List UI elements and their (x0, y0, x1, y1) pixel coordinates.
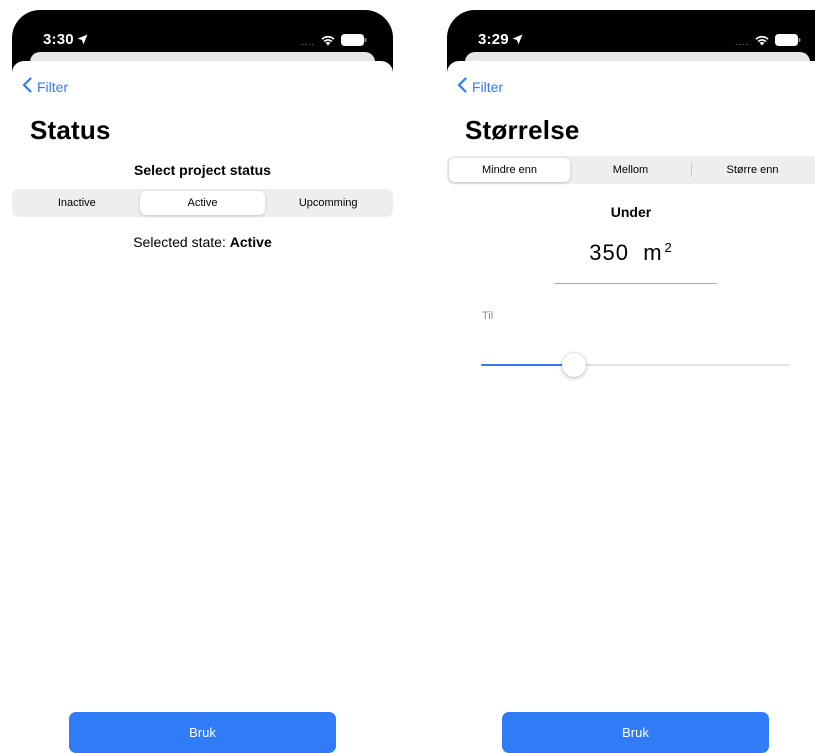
mode-label: Under (610, 204, 652, 220)
size-unit-superscript: 2 (664, 240, 673, 255)
signal-icon: .... (735, 37, 750, 47)
page-title: Status (30, 115, 111, 145)
size-value-field[interactable]: 350 m2 (447, 240, 815, 266)
location-arrow-icon (77, 32, 88, 49)
size-value: 350 (589, 240, 629, 265)
page-title: Størrelse (465, 115, 580, 145)
status-indicators: .... (735, 33, 801, 51)
filter-sheet: Filter Status Select project status Inac… (12, 61, 393, 753)
selected-state-prefix: Selected state: (133, 234, 226, 250)
back-button[interactable]: Filter (22, 77, 68, 96)
value-underline (554, 283, 717, 284)
status-time: 3:30 (43, 31, 88, 49)
status-time: 3:29 (478, 31, 523, 49)
filter-sheet: Filter Størrelse Mindre enn Mellom Størr… (447, 61, 815, 753)
status-segmented-control: Inactive Active Upcomming (12, 189, 393, 217)
selected-state-text: Selected state: Active (12, 234, 393, 250)
segment-mellom[interactable]: Mellom (570, 158, 691, 182)
chevron-left-icon (457, 77, 472, 96)
segment-storre-enn[interactable]: Større enn (692, 158, 813, 182)
segment-active[interactable]: Active (139, 191, 266, 215)
chevron-left-icon (22, 77, 37, 96)
size-screen: 3:29 .... Filter Størrelse Mindre enn Me… (447, 0, 815, 753)
back-button[interactable]: Filter (457, 77, 503, 96)
selected-state-value: Active (229, 234, 272, 250)
back-button-label: Filter (37, 78, 69, 95)
location-arrow-icon (512, 32, 523, 49)
segment-inactive[interactable]: Inactive (14, 191, 140, 215)
apply-button[interactable]: Bruk (502, 712, 769, 753)
signal-icon: .... (301, 37, 316, 47)
til-label: Til (482, 310, 494, 322)
status-screen: 3:30 .... Filter Status Select project s… (12, 0, 393, 753)
back-button-label: Filter (472, 78, 504, 95)
wifi-icon (754, 33, 770, 51)
size-segmented-control: Mindre enn Mellom Større enn (447, 156, 815, 184)
section-heading: Select project status (134, 162, 271, 178)
segment-upcomming[interactable]: Upcomming (265, 191, 391, 215)
slider-thumb[interactable] (561, 353, 586, 377)
wifi-icon (320, 33, 336, 51)
slider-fill (481, 364, 574, 366)
segment-mindre-enn[interactable]: Mindre enn (449, 158, 570, 182)
status-indicators: .... (301, 33, 367, 51)
battery-icon (341, 33, 367, 51)
size-slider[interactable] (481, 353, 790, 377)
apply-button[interactable]: Bruk (69, 712, 336, 753)
battery-icon (775, 33, 801, 51)
size-unit: m (643, 240, 663, 265)
